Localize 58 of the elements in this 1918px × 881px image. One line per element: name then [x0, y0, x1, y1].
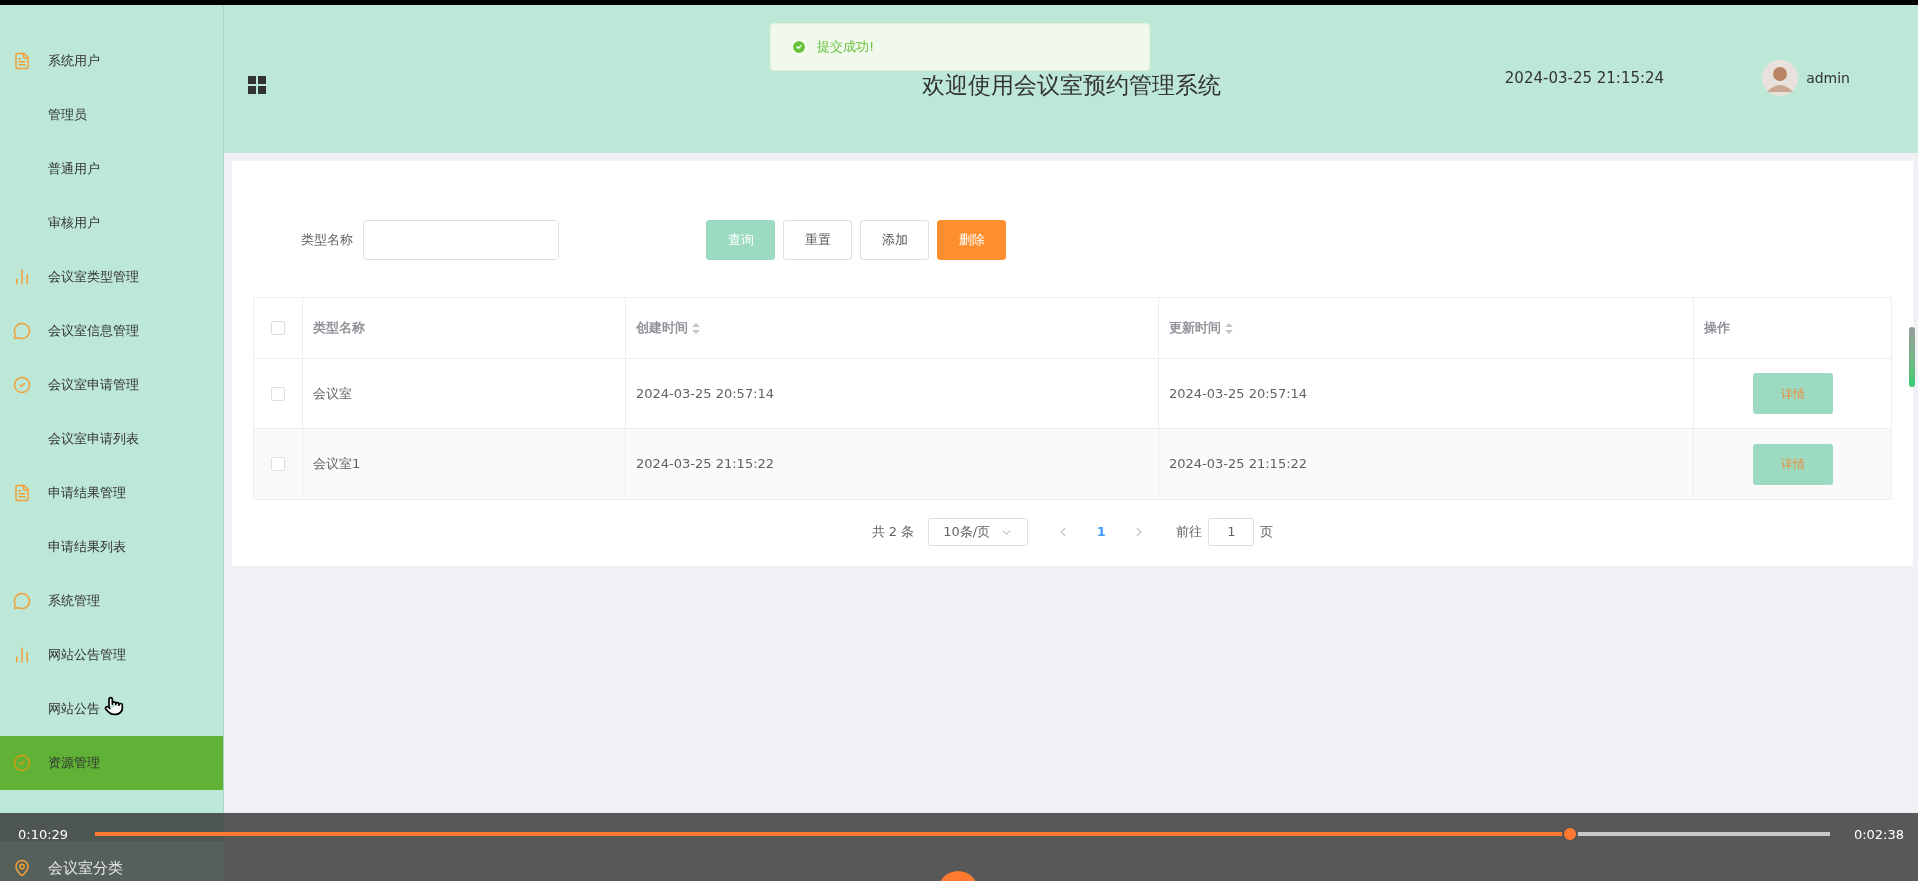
- table-cell-text: 2024-03-25 21:15:22: [636, 455, 775, 474]
- check-circle-icon: [13, 376, 31, 394]
- page-input[interactable]: 1: [1208, 518, 1255, 546]
- bar-chart-icon: [13, 646, 31, 664]
- avatar[interactable]: [1762, 60, 1799, 96]
- sidebar-item[interactable]: 系统用户: [0, 34, 223, 88]
- goto-label: 前往: [1176, 523, 1203, 542]
- checkbox[interactable]: [271, 321, 285, 335]
- sidebar-item[interactable]: 会议室类型管理: [0, 250, 223, 304]
- current-time: 0:10:29: [18, 826, 69, 844]
- toolbar-button[interactable]: 重置: [783, 220, 852, 260]
- checkbox[interactable]: [271, 386, 285, 401]
- grid-menu-icon[interactable]: [248, 76, 266, 94]
- sidebar-item[interactable]: 资源管理: [0, 736, 223, 790]
- sidebar-item[interactable]: 会议室信息管理: [0, 304, 223, 358]
- username: admin: [1806, 68, 1850, 88]
- search-label: 类型名称: [301, 231, 353, 250]
- map-pin-icon: [13, 859, 31, 877]
- sidebar-item[interactable]: 会议室分类: [0, 841, 224, 881]
- scrollbar-thumb[interactable]: [1909, 327, 1915, 387]
- toolbar-button[interactable]: 添加: [860, 220, 929, 260]
- toast-text: 提交成功!: [817, 38, 875, 57]
- app-title: 欢迎使用会议室预约管理系统: [921, 70, 1221, 100]
- table-cell-text: 2024-03-25 20:57:14: [636, 384, 775, 403]
- page-suffix: 页: [1260, 523, 1274, 542]
- chat-bubble-icon: [13, 592, 31, 610]
- sidebar-item[interactable]: 网站公告管理: [0, 628, 223, 682]
- sidebar-item[interactable]: 会议室申请列表: [0, 412, 223, 466]
- total-count: 共 2 条: [871, 523, 915, 542]
- checkbox[interactable]: [271, 457, 285, 471]
- current-datetime: 2024-03-25 21:15:24: [1504, 67, 1665, 89]
- chat-bubble-icon: [13, 322, 31, 340]
- sidebar-item[interactable]: 普通用户: [0, 142, 223, 196]
- column-header: 操作: [1704, 319, 1730, 338]
- table-cell-text: 2024-03-25 20:57:14: [1169, 384, 1308, 403]
- hand-cursor-icon: [104, 696, 124, 716]
- column-header: 类型名称: [313, 319, 365, 338]
- sidebar-item[interactable]: 网站公告: [0, 682, 223, 736]
- sidebar-item[interactable]: 审核用户: [0, 196, 223, 250]
- type-name-field[interactable]: [363, 220, 559, 260]
- sidebar-item[interactable]: 管理员: [0, 88, 223, 142]
- sidebar-item[interactable]: 会议室申请管理: [0, 358, 223, 412]
- document-icon: [13, 52, 31, 70]
- success-icon: [791, 39, 807, 55]
- table-cell-text: 2024-03-25 21:15:22: [1169, 455, 1308, 474]
- document-icon: [13, 484, 31, 502]
- duration-time: 0:02:38: [1853, 826, 1904, 844]
- sort-icon[interactable]: [1225, 322, 1233, 334]
- page-size-select[interactable]: 10条/页: [928, 518, 1029, 546]
- sort-icon[interactable]: [692, 322, 700, 334]
- sidebar-item[interactable]: 申请结果列表: [0, 520, 223, 574]
- table-cell-text: 会议室1: [313, 455, 361, 474]
- check-circle-icon: [13, 754, 31, 772]
- sidebar-item[interactable]: 申请结果管理: [0, 466, 223, 520]
- progress-thumb[interactable]: [1561, 826, 1578, 842]
- bar-chart-icon: [13, 268, 31, 286]
- sidebar-item[interactable]: 系统管理: [0, 574, 223, 628]
- table-cell-text: 会议室: [313, 384, 352, 403]
